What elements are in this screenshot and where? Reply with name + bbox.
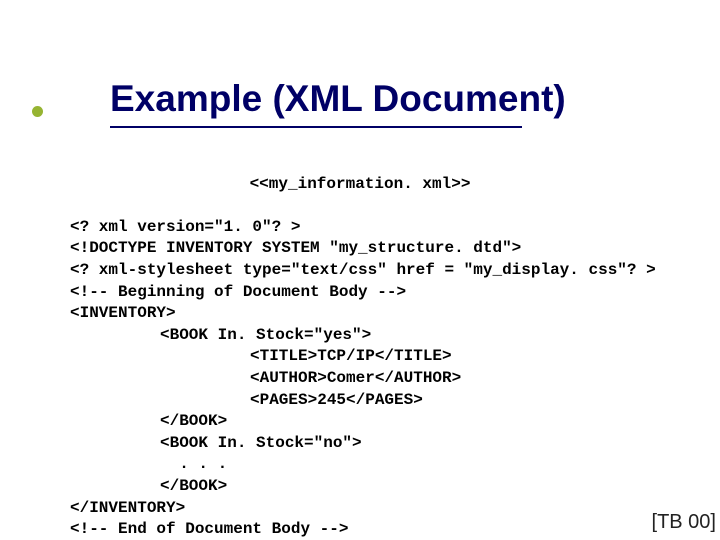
citation: [TB 00]: [652, 511, 716, 534]
code-line: </BOOK>: [70, 476, 227, 498]
code-line: <? xml-stylesheet type="text/css" href =…: [70, 261, 656, 279]
code-line: <PAGES>245</PAGES>: [70, 390, 423, 412]
slide: Example (XML Document) <<my_information.…: [0, 0, 720, 540]
title-underline: [110, 126, 522, 128]
code-line: <!DOCTYPE INVENTORY SYSTEM "my_structure…: [70, 239, 521, 257]
code-line: <AUTHOR>Comer</AUTHOR>: [70, 368, 461, 390]
code-line: <? xml version="1. 0"? >: [70, 218, 300, 236]
code-line: <TITLE>TCP/IP</TITLE>: [70, 346, 452, 368]
bullet-icon: [32, 106, 43, 117]
code-line: </INVENTORY>: [70, 499, 185, 517]
code-line: <!-- Beginning of Document Body -->: [70, 283, 406, 301]
code-line: </BOOK>: [70, 411, 227, 433]
code-line: <BOOK In. Stock="no">: [70, 433, 362, 455]
code-line: <INVENTORY>: [70, 304, 176, 322]
code-line: . . .: [70, 454, 227, 476]
code-block: <<my_information. xml>> <? xml version="…: [70, 152, 656, 540]
code-line: <!-- End of Document Body -->: [70, 520, 348, 538]
code-filename: <<my_information. xml>>: [70, 174, 650, 196]
slide-title: Example (XML Document): [110, 78, 566, 120]
code-line: <BOOK In. Stock="yes">: [70, 325, 371, 347]
